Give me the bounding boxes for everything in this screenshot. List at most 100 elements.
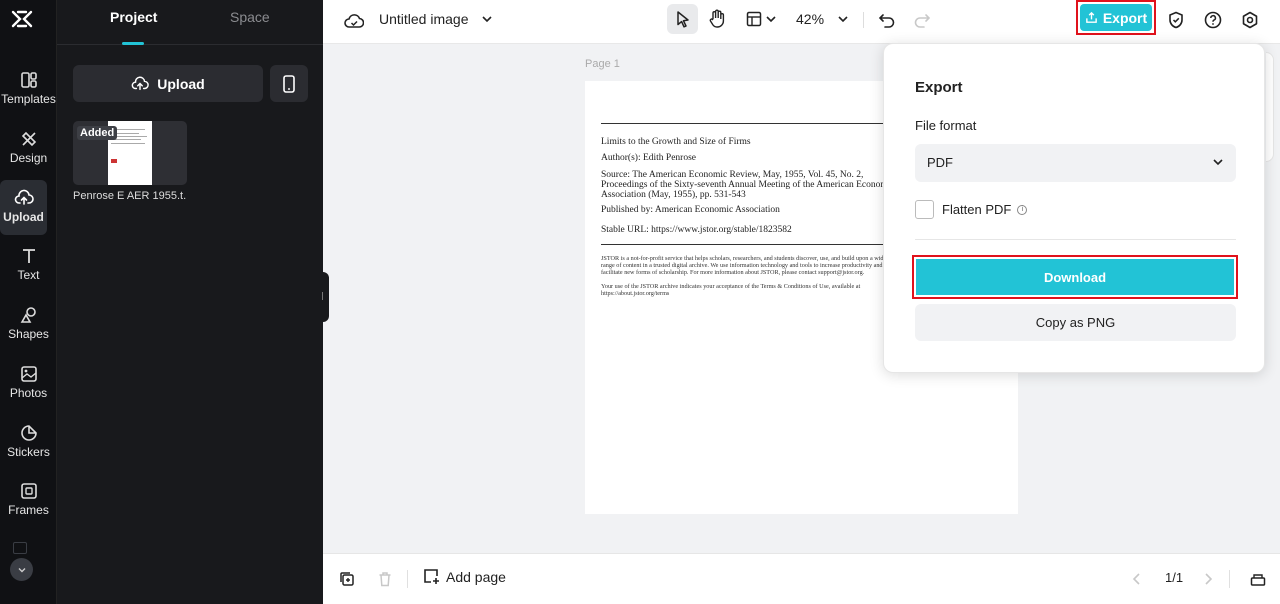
doc-small-line: facilitate new forms of scholarship. For…: [601, 269, 865, 276]
file-format-label: File format: [915, 118, 977, 133]
rail-item-text[interactable]: Text: [0, 246, 57, 302]
trash-icon: [379, 572, 391, 587]
copy-as-png-button[interactable]: Copy as PNG: [915, 304, 1236, 341]
cloud-sync-icon[interactable]: [343, 10, 365, 32]
doc-line: Limits to the Growth and Size of Firms: [601, 137, 751, 147]
page-panel-button[interactable]: [1248, 569, 1268, 589]
export-panel-title: Export: [915, 79, 963, 96]
upload-button-label: Upload: [157, 75, 205, 92]
toolbar-divider: [863, 12, 864, 28]
text-icon: [22, 249, 35, 263]
doc-line: Source: The American Economic Review, Ma…: [601, 170, 864, 180]
frames-icon: [20, 483, 37, 499]
rail-item-label: Text: [17, 268, 40, 282]
export-icon: [1085, 11, 1097, 23]
delete-page-button[interactable]: [375, 569, 395, 589]
top-toolbar: Untitled image 42% Export: [323, 0, 1280, 44]
pages-icon: [1250, 574, 1266, 586]
add-page-button[interactable]: Add page: [423, 568, 506, 585]
next-page-button[interactable]: [1200, 570, 1216, 588]
collapse-panel-handle[interactable]: [321, 272, 329, 322]
doc-small-line: https://about.jstor.org/terms: [601, 290, 670, 297]
rail-item-label: Shapes: [8, 327, 49, 341]
hand-tool-button[interactable]: [704, 6, 730, 32]
document-title[interactable]: Untitled image: [379, 11, 469, 27]
rail-item-shapes[interactable]: Shapes: [0, 305, 57, 361]
document-rule: [601, 244, 901, 245]
layout-icon: [746, 11, 761, 27]
rail-item-design[interactable]: Design: [0, 129, 57, 185]
zoom-level[interactable]: 42%: [796, 11, 824, 27]
doc-line: Stable URL: https://www.jstor.org/stable…: [601, 225, 792, 235]
page-counter: 1/1: [1165, 570, 1184, 585]
layout-menu-button[interactable]: [743, 8, 779, 30]
rail-item-label: Upload: [3, 210, 44, 224]
rail-item-upload[interactable]: Upload: [0, 180, 47, 235]
download-button-fill: Download: [916, 259, 1234, 295]
rail-item-stickers[interactable]: Stickers: [0, 423, 57, 479]
doc-line: Author(s): Edith Penrose: [601, 153, 696, 163]
asset-name: Penrose E AER 1955.t...: [73, 190, 187, 202]
cloud-upload-icon: [131, 76, 150, 90]
tab-space[interactable]: Space: [230, 9, 270, 25]
chevron-down-icon: [1213, 159, 1223, 166]
expand-rail-button[interactable]: [10, 558, 33, 581]
shapes-icon: [20, 307, 36, 323]
document-rule: [601, 123, 901, 124]
file-format-select[interactable]: PDF: [915, 144, 1236, 182]
chevron-down-icon: [18, 567, 25, 572]
upload-button[interactable]: Upload: [73, 65, 263, 102]
page-label: Page 1: [585, 58, 620, 70]
panel-tabs: Project Space: [57, 0, 323, 45]
download-button[interactable]: Download: [912, 255, 1238, 299]
flatten-pdf-option: Flatten PDF i: [915, 200, 1028, 219]
bottom-divider: [1229, 570, 1230, 588]
phone-icon: [283, 74, 295, 93]
previous-page-button[interactable]: [1129, 570, 1145, 588]
help-icon: [1204, 11, 1222, 29]
select-tool-button[interactable]: [667, 4, 698, 34]
capcut-logo-icon[interactable]: [8, 6, 36, 34]
doc-small-line: JSTOR is a not-for-profit service that h…: [601, 255, 887, 262]
asset-thumbnail[interactable]: Added: [73, 121, 187, 185]
export-button[interactable]: Export: [1076, 0, 1156, 35]
rail-item-frames[interactable]: Frames: [0, 481, 57, 537]
export-panel-divider: [915, 239, 1236, 240]
more-apps-icon: [13, 542, 27, 554]
chevron-right-icon: [1205, 573, 1213, 585]
rail-item-label: Templates: [1, 92, 56, 106]
chevron-left-icon: [1132, 573, 1140, 585]
duplicate-page-button[interactable]: [337, 569, 357, 589]
cursor-icon: [676, 11, 689, 28]
info-icon[interactable]: i: [1017, 204, 1028, 215]
redo-button[interactable]: [911, 9, 933, 31]
shield-button[interactable]: [1165, 9, 1187, 31]
export-panel: Export File format PDF Flatten PDF i Dow…: [883, 43, 1265, 373]
add-page-label: Add page: [446, 568, 506, 585]
rail-item-templates[interactable]: Templates: [0, 70, 57, 126]
rail-item-label: Stickers: [7, 445, 50, 459]
rail-item-photos[interactable]: Photos: [0, 364, 57, 420]
export-button-fill: Export: [1080, 4, 1152, 31]
file-format-value: PDF: [927, 155, 953, 170]
title-chevron-down-icon[interactable]: [480, 12, 494, 26]
design-icon: [21, 131, 36, 147]
assets-panel: Project Space Upload Added Penrose E AER…: [57, 0, 323, 604]
doc-line: Association (May, 1955), pp. 531-543: [601, 190, 746, 200]
redo-icon: [914, 14, 931, 28]
hand-icon: [709, 9, 725, 28]
settings-button[interactable]: [1239, 9, 1261, 31]
zoom-chevron-down-icon[interactable]: [836, 12, 850, 26]
undo-button[interactable]: [876, 9, 898, 31]
doc-line: Published by: American Economic Associat…: [601, 205, 780, 215]
templates-icon: [20, 72, 37, 88]
help-button[interactable]: [1202, 9, 1224, 31]
background-panel-edge: [1266, 52, 1274, 162]
duplicate-icon: [340, 572, 354, 586]
mobile-upload-button[interactable]: [270, 65, 308, 102]
added-badge: Added: [77, 126, 118, 140]
tab-project[interactable]: Project: [110, 9, 157, 25]
export-label: Export: [1102, 9, 1148, 26]
flatten-pdf-checkbox[interactable]: [915, 200, 934, 219]
shield-icon: [1169, 11, 1183, 29]
